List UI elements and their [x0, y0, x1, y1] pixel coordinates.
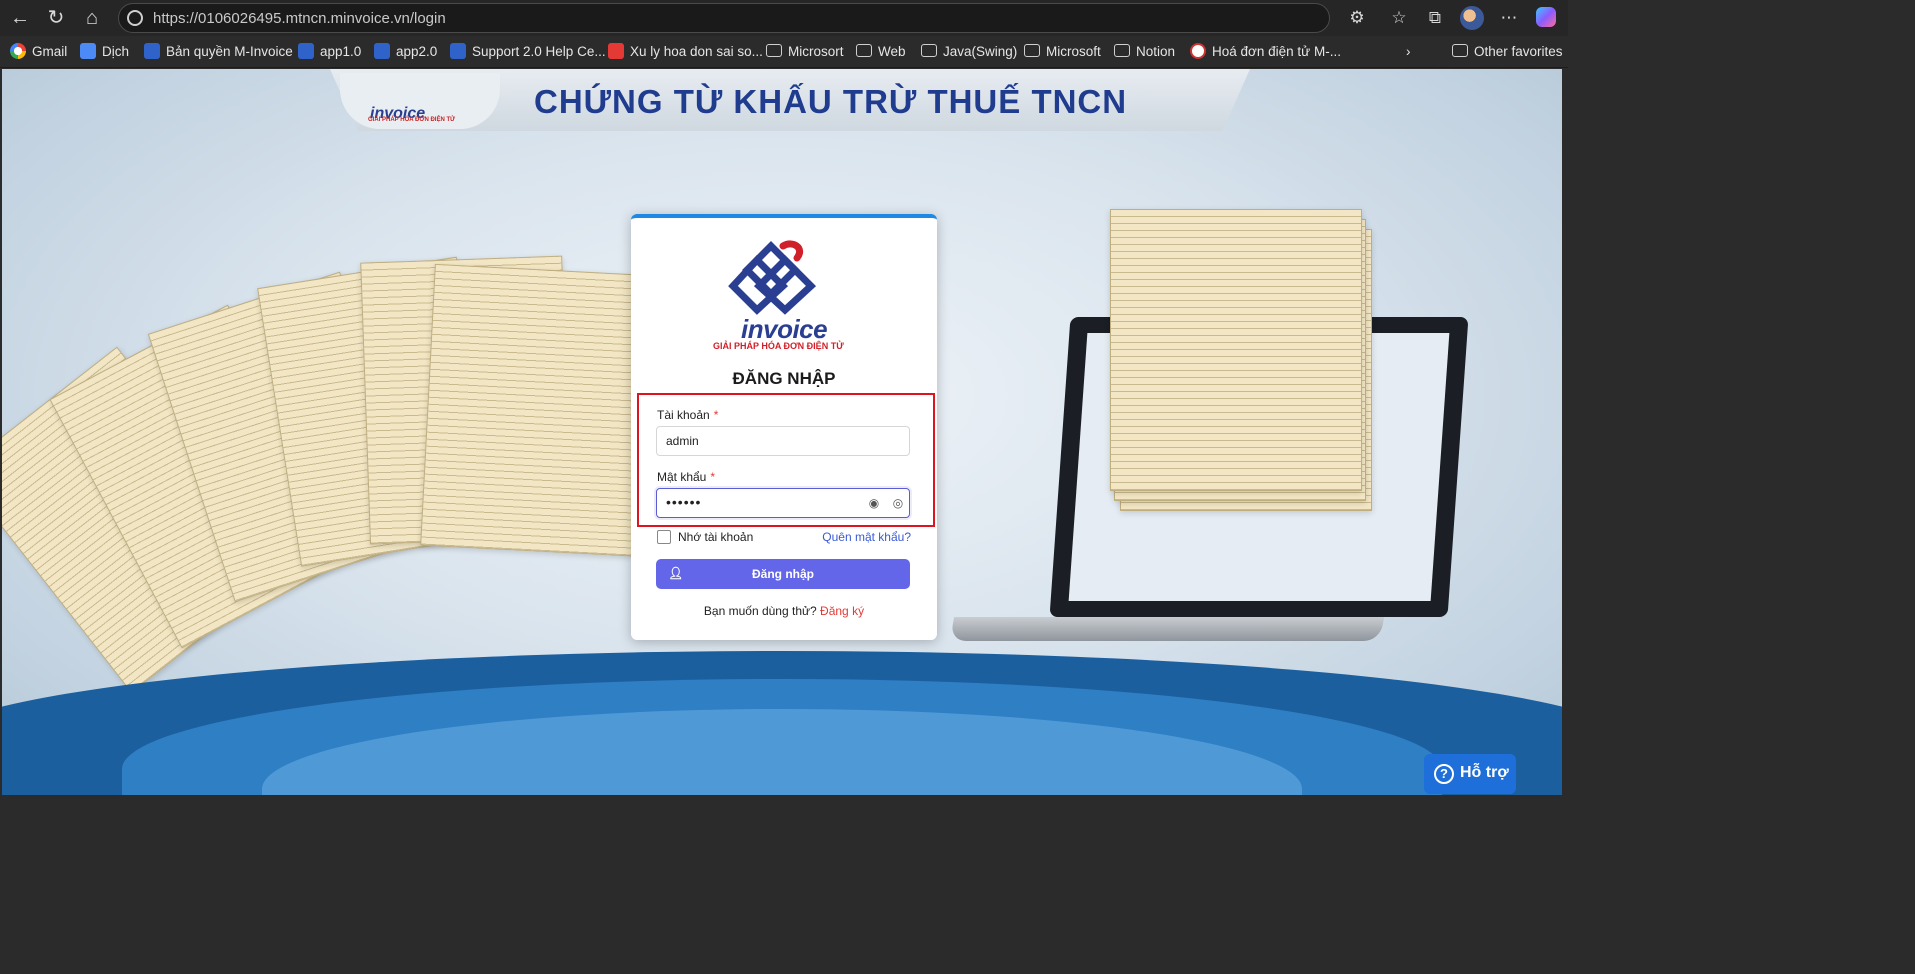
pdf-icon [608, 43, 624, 59]
bookmark-support[interactable]: Support 2.0 Help Ce... [450, 43, 606, 61]
invoice-icon [1190, 43, 1206, 59]
certificate-stack-right [1110, 209, 1380, 539]
certificate-stack-left [2, 229, 650, 694]
google-icon [10, 43, 26, 59]
extensions-icon[interactable]: ⚙ [1346, 7, 1368, 29]
remember-label[interactable]: Nhớ tài khoản [678, 530, 753, 544]
address-bar[interactable]: https://0106026495.mtncn.minvoice.vn/log… [118, 3, 1330, 33]
copilot-icon[interactable] [1536, 7, 1556, 27]
bookmark-notion[interactable]: Notion [1114, 43, 1175, 61]
folder-icon [856, 44, 872, 57]
bookmark-ban-quyen[interactable]: Bản quyền M-Invoice [144, 43, 293, 61]
login-button-label: Đăng nhập [752, 567, 814, 581]
home-icon[interactable]: ⌂ [80, 6, 104, 30]
minvoice-icon [298, 43, 314, 59]
folder-icon [1024, 44, 1040, 57]
profile-avatar[interactable] [1460, 6, 1484, 30]
bookmark-java[interactable]: Java(Swing) [921, 43, 1017, 61]
more-icon[interactable]: ⋯ [1498, 7, 1520, 29]
register-link[interactable]: Đăng ký [820, 604, 864, 618]
trial-prompt: Bạn muốn dùng thử? Đăng ký [703, 604, 865, 618]
minvoice-icon [144, 43, 160, 59]
laptop-base [949, 617, 1385, 641]
certificate-image [1110, 209, 1362, 491]
bookmark-hoa-don[interactable]: Hoá đơn điện tử M-... [1190, 43, 1341, 61]
help-label: Hỗ trợ [1460, 764, 1509, 781]
url-text[interactable]: https://0106026495.mtncn.minvoice.vn/log… [153, 10, 446, 27]
highlight-box [637, 393, 935, 527]
login-button[interactable]: 👤︎ Đăng nhập [656, 559, 910, 589]
bookmark-microsort[interactable]: Microsort [766, 43, 844, 61]
bookmark-web[interactable]: Web [856, 43, 906, 61]
chevron-right-icon[interactable]: › [1406, 43, 1411, 61]
refresh-icon[interactable]: ↻ [44, 6, 68, 30]
bookmark-app1[interactable]: app1.0 [298, 43, 361, 61]
translate-icon [80, 43, 96, 59]
folder-icon [921, 44, 937, 57]
browser-toolbar: ← ↻ ⌂ https://0106026495.mtncn.minvoice.… [0, 0, 1568, 36]
folder-icon [1452, 44, 1468, 57]
favorites-icon[interactable]: ☆ [1388, 7, 1410, 29]
bookmark-microsoft[interactable]: Microsoft [1024, 43, 1101, 61]
folder-icon [1114, 44, 1130, 57]
bookmark-app2[interactable]: app2.0 [374, 43, 437, 61]
logo-knot-icon [728, 240, 817, 315]
question-icon: ? [1434, 764, 1454, 784]
logo-tagline: GIẢI PHÁP HÓA ĐƠN ĐIỆN TỬ [713, 341, 844, 351]
minvoice-icon [450, 43, 466, 59]
bookmark-xu-ly[interactable]: Xu ly hoa don sai so... [608, 43, 763, 61]
bookmark-dich[interactable]: Dịch [80, 43, 129, 61]
bookmarks-bar: Gmail Dịch Bản quyền M-Invoice app1.0 ap… [0, 36, 1568, 68]
forgot-password-link[interactable]: Quên mật khẩu? [822, 530, 911, 544]
folder-icon [766, 44, 782, 57]
minvoice-icon [374, 43, 390, 59]
site-info-icon[interactable] [127, 10, 143, 26]
help-button[interactable]: ? Hỗ trợ [1424, 754, 1516, 794]
back-icon[interactable]: ← [8, 6, 32, 30]
screenshot-icon[interactable]: ⧉ [1424, 7, 1446, 29]
minvoice-logo: invoice GIẢI PHÁP HÓA ĐƠN ĐIỆN TỬ [713, 240, 859, 351]
banner-title: CHỨNG TỪ KHẤU TRỪ THUẾ TNCN [534, 83, 1128, 120]
other-favorites[interactable]: Other favorites [1452, 43, 1563, 61]
login-heading: ĐĂNG NHẬP [732, 369, 836, 388]
remember-checkbox[interactable] [657, 530, 671, 544]
banner-logo-tagline: GIẢI PHÁP HÓA ĐƠN ĐIỆN TỬ [368, 117, 456, 123]
bookmark-gmail[interactable]: Gmail [10, 43, 67, 61]
certificate-image [420, 263, 647, 557]
